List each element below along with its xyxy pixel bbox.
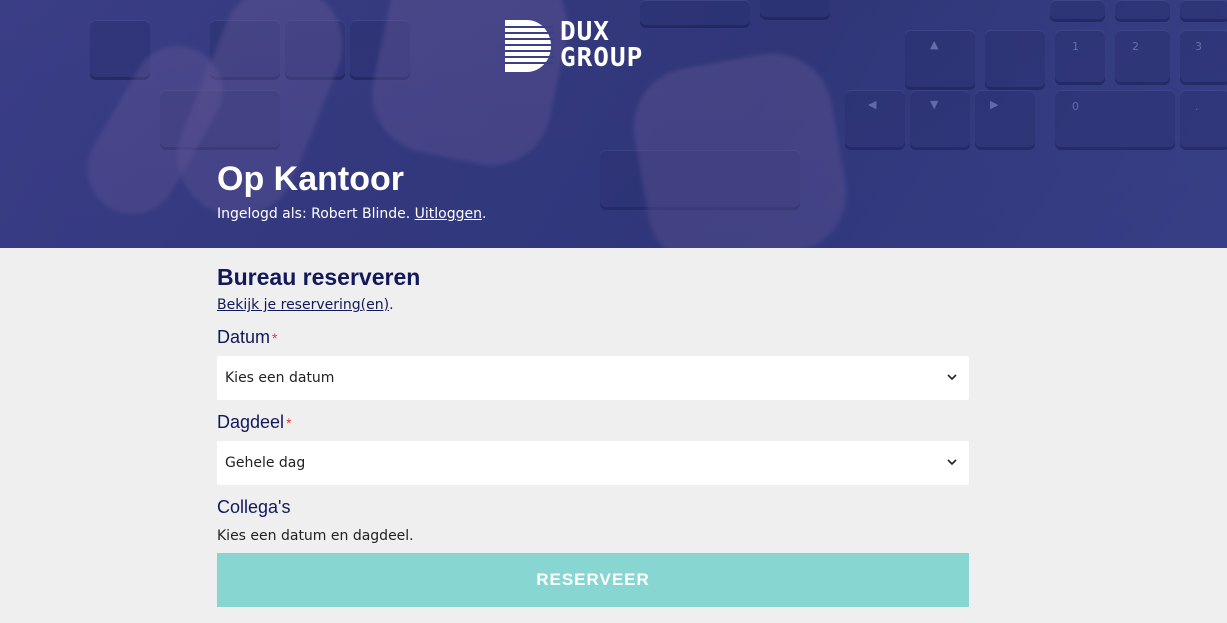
logo-text-line1: DUX xyxy=(560,17,610,47)
part-required-marker: * xyxy=(286,415,292,431)
logo-mark-icon xyxy=(505,20,553,72)
chevron-down-icon xyxy=(945,370,959,384)
chevron-down-icon xyxy=(945,455,959,469)
reserve-button[interactable]: RESERVEER xyxy=(217,553,969,607)
colleagues-helper: Kies een datum en dagdeel. xyxy=(217,528,414,544)
logout-suffix: . xyxy=(481,206,487,222)
hero-banner: ▲ ◀ ▼ ▶ 1 2 3 0 . DUX xyxy=(0,0,1227,248)
date-select[interactable]: Kies een datum xyxy=(217,356,969,400)
reservations-line: Bekijk je reservering(en). xyxy=(217,297,969,313)
date-select-value: Kies een datum xyxy=(225,370,335,386)
date-required-marker: * xyxy=(272,330,278,346)
login-status: Ingelogd als: Robert Blinde. Uitloggen. xyxy=(217,206,486,222)
reservations-suffix: . xyxy=(389,297,394,313)
reservation-form: Bureau reserveren Bekijk je reservering(… xyxy=(217,264,969,607)
logged-in-text: Ingelogd als: Robert Blinde. xyxy=(217,206,411,222)
form-heading: Bureau reserveren xyxy=(217,264,421,290)
logo-text-line2: GROUP xyxy=(560,43,644,73)
part-label-text: Dagdeel xyxy=(217,412,285,432)
logout-link[interactable]: Uitloggen xyxy=(415,206,482,222)
part-label: Dagdeel * xyxy=(217,412,969,433)
date-label-text: Datum xyxy=(217,327,271,347)
part-select-value: Gehele dag xyxy=(225,455,306,471)
part-select[interactable]: Gehele dag xyxy=(217,441,969,485)
view-reservations-link[interactable]: Bekijk je reservering(en) xyxy=(217,297,389,313)
page-title: Op Kantoor xyxy=(217,160,404,198)
dux-group-logo[interactable]: DUX GROUP xyxy=(505,17,683,73)
colleagues-label: Collega's xyxy=(217,497,291,517)
date-label: Datum * xyxy=(217,327,969,348)
